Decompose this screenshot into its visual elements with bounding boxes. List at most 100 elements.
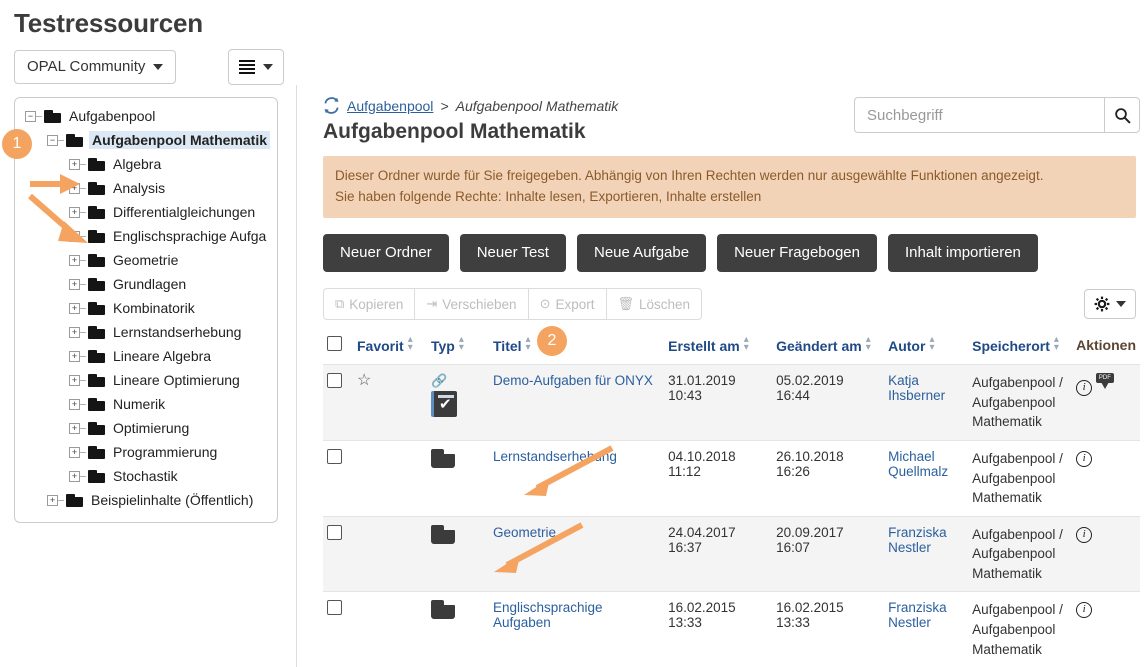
- info-icon[interactable]: i: [1076, 451, 1092, 467]
- tree-item-stochastik[interactable]: +Stochastik: [15, 464, 277, 488]
- shared-link-icon: 🔗: [431, 373, 485, 389]
- refresh-icon[interactable]: [323, 97, 340, 114]
- sort-toggle-icon[interactable]: ▴▾: [744, 336, 749, 352]
- expand-icon[interactable]: +: [69, 375, 80, 386]
- tree-item-analysis[interactable]: +Analysis: [15, 176, 277, 200]
- sort-toggle-icon[interactable]: ▴▾: [526, 336, 531, 352]
- row-checkbox[interactable]: [327, 600, 342, 615]
- info-icon[interactable]: i: [1076, 380, 1092, 396]
- expand-icon[interactable]: +: [69, 447, 80, 458]
- tree-item-differentialgleichungen[interactable]: +Differentialgleichungen: [15, 200, 277, 224]
- search-input[interactable]: [854, 97, 1104, 133]
- org-select-button[interactable]: OPAL Community: [14, 50, 176, 85]
- tree-connector: [80, 428, 86, 429]
- breadcrumb-link-root[interactable]: Aufgabenpool: [347, 98, 433, 114]
- folder-icon: [88, 422, 105, 435]
- location-cell[interactable]: Aufgabenpool / Aufgabenpool Mathematik: [968, 516, 1072, 592]
- column-header-titel[interactable]: Titel▴▾: [489, 330, 664, 365]
- action-button-neue-aufgabe[interactable]: Neue Aufgabe: [577, 234, 706, 273]
- collapse-icon[interactable]: −: [47, 135, 58, 146]
- expand-icon[interactable]: +: [69, 471, 80, 482]
- info-icon[interactable]: i: [1076, 527, 1092, 543]
- column-header-typ[interactable]: Typ▴▾: [427, 330, 489, 365]
- sort-toggle-icon[interactable]: ▴▾: [866, 336, 871, 352]
- author-link[interactable]: Franziska Nestler: [888, 525, 947, 555]
- table-row: Geometrie24.04.2017 16:3720.09.2017 16:0…: [323, 516, 1140, 592]
- column-header-speicherort[interactable]: Speicherort▴▾: [968, 330, 1072, 365]
- location-cell[interactable]: Aufgabenpool / Aufgabenpool Mathematik: [968, 365, 1072, 441]
- search-button[interactable]: [1104, 97, 1140, 133]
- collapse-icon[interactable]: −: [25, 111, 36, 122]
- trash-icon: 🗑: [618, 296, 635, 312]
- pdf-download-icon[interactable]: PDF: [1096, 373, 1114, 390]
- org-select-label: OPAL Community: [27, 59, 145, 76]
- info-icon[interactable]: i: [1076, 602, 1092, 618]
- tree-item-numerik[interactable]: +Numerik: [15, 392, 277, 416]
- type-cell: [427, 592, 489, 667]
- column-header-favorit[interactable]: Favorit▴▾: [353, 330, 427, 365]
- expand-icon[interactable]: +: [47, 495, 58, 506]
- column-header-erstellt-am[interactable]: Erstellt am▴▾: [664, 330, 772, 365]
- tree-item-beispielinhalte-ffentlich[interactable]: +Beispielinhalte (Öffentlich): [15, 488, 277, 512]
- expand-icon[interactable]: +: [69, 183, 80, 194]
- row-checkbox[interactable]: [327, 449, 342, 464]
- tree-item-geometrie[interactable]: +Geometrie: [15, 248, 277, 272]
- tree-item-englischsprachige-aufga[interactable]: +Englischsprachige Aufga: [15, 224, 277, 248]
- tree-item-optimierung[interactable]: +Optimierung: [15, 416, 277, 440]
- action-button-inhalt-importieren[interactable]: Inhalt importieren: [888, 234, 1038, 273]
- created-cell: 04.10.2018 11:12: [664, 441, 772, 517]
- tree-item-programmierung[interactable]: +Programmierung: [15, 440, 277, 464]
- table-settings-button[interactable]: [1084, 289, 1136, 319]
- sort-toggle-icon[interactable]: ▴▾: [408, 336, 413, 352]
- resource-title-link[interactable]: Lernstandserhebung: [493, 449, 617, 464]
- sort-toggle-icon[interactable]: ▴▾: [459, 336, 464, 352]
- tree-connector: [80, 308, 86, 309]
- action-button-neuer-test[interactable]: Neuer Test: [460, 234, 566, 273]
- tree-item-aufgabenpool[interactable]: −Aufgabenpool: [15, 104, 277, 128]
- author-link[interactable]: Michael Quellmalz: [888, 449, 948, 479]
- location-cell[interactable]: Aufgabenpool / Aufgabenpool Mathematik: [968, 441, 1072, 517]
- action-button-neuer-fragebogen[interactable]: Neuer Fragebogen: [717, 234, 877, 273]
- tree-item-algebra[interactable]: +Algebra: [15, 152, 277, 176]
- action-button-neuer-ordner[interactable]: Neuer Ordner: [323, 234, 449, 273]
- expand-icon[interactable]: +: [69, 327, 80, 338]
- row-checkbox[interactable]: [327, 525, 342, 540]
- expand-icon[interactable]: +: [69, 159, 80, 170]
- tree-item-aufgabenpool-mathematik[interactable]: −Aufgabenpool Mathematik: [15, 128, 277, 152]
- select-all-header: [323, 330, 353, 365]
- folder-icon: [88, 446, 105, 459]
- tree-connector: [80, 380, 86, 381]
- expand-icon[interactable]: +: [69, 279, 80, 290]
- folder-icon: [88, 158, 105, 171]
- expand-icon[interactable]: +: [69, 207, 80, 218]
- expand-icon[interactable]: +: [69, 231, 80, 242]
- folder-icon: [88, 230, 105, 243]
- sort-toggle-icon[interactable]: ▴▾: [1054, 336, 1059, 352]
- tree-item-lineare-optimierung[interactable]: +Lineare Optimierung: [15, 368, 277, 392]
- tree-connector: [80, 332, 86, 333]
- select-all-checkbox[interactable]: [327, 336, 342, 351]
- expand-icon[interactable]: +: [69, 399, 80, 410]
- author-link[interactable]: Katja Ihsberner: [888, 373, 945, 403]
- tree-item-kombinatorik[interactable]: +Kombinatorik: [15, 296, 277, 320]
- sort-toggle-icon[interactable]: ▴▾: [929, 336, 934, 352]
- row-checkbox[interactable]: [327, 373, 342, 388]
- column-header-autor[interactable]: Autor▴▾: [884, 330, 968, 365]
- tree-item-lineare-algebra[interactable]: +Lineare Algebra: [15, 344, 277, 368]
- folder-icon: [88, 278, 105, 291]
- favorite-star-icon[interactable]: ☆: [357, 372, 371, 389]
- resource-title-link[interactable]: Englischsprachige Aufgaben: [493, 600, 603, 630]
- expand-icon[interactable]: +: [69, 255, 80, 266]
- location-cell[interactable]: Aufgabenpool / Aufgabenpool Mathematik: [968, 592, 1072, 667]
- expand-icon[interactable]: +: [69, 351, 80, 362]
- actions-cell: i PDF: [1072, 365, 1140, 441]
- tree-item-lernstandserhebung[interactable]: +Lernstandserhebung: [15, 320, 277, 344]
- author-link[interactable]: Franziska Nestler: [888, 600, 947, 630]
- column-header-ge-ndert-am[interactable]: Geändert am▴▾: [772, 330, 884, 365]
- tree-item-grundlagen[interactable]: +Grundlagen: [15, 272, 277, 296]
- resource-title-link[interactable]: Geometrie: [493, 525, 556, 540]
- resource-title-link[interactable]: Demo-Aufgaben für ONYX: [493, 373, 653, 388]
- view-mode-button[interactable]: [228, 49, 284, 85]
- expand-icon[interactable]: +: [69, 303, 80, 314]
- expand-icon[interactable]: +: [69, 423, 80, 434]
